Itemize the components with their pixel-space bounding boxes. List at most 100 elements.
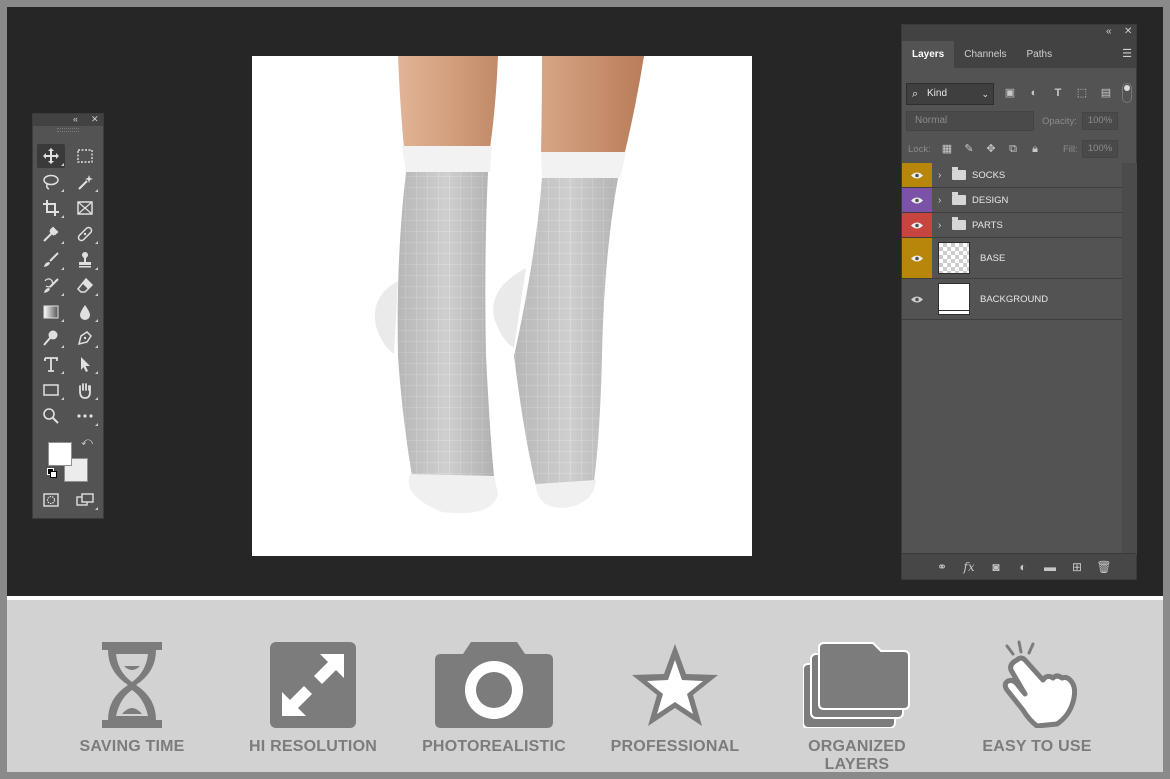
gradient-tool[interactable] (37, 300, 65, 324)
visibility-eye-icon[interactable] (902, 213, 932, 237)
chevron-right-icon[interactable]: › (938, 220, 948, 231)
sock-mockup-image (374, 56, 644, 514)
collapse-icon[interactable]: « (1106, 26, 1112, 37)
tab-paths[interactable]: Paths (1017, 41, 1063, 68)
magic-wand-icon (78, 175, 93, 190)
smart-object-filter-icon[interactable]: ▤ (1099, 86, 1113, 100)
adjustment-layer-icon[interactable]: ◐ (1015, 559, 1031, 575)
feature-label: PHOTOREALISTIC (422, 738, 566, 755)
panel-menu-icon[interactable]: ☰ (1122, 47, 1132, 60)
quick-mask[interactable] (37, 488, 65, 512)
feature-saving-time: SAVING TIME (52, 638, 212, 756)
magic-wand-tool[interactable] (71, 170, 99, 194)
close-icon[interactable]: ✕ (1124, 26, 1132, 37)
tools-grip[interactable] (57, 128, 79, 132)
layer-name: PARTS (972, 219, 1003, 231)
feature-label: SAVING TIME (79, 738, 185, 755)
eyedropper-icon (43, 226, 59, 242)
layer-row-socks[interactable]: › SOCKS (902, 163, 1122, 188)
folder-icon (952, 192, 966, 205)
layers-scrollbar[interactable] (1122, 163, 1137, 555)
rectangle-tool[interactable] (37, 378, 65, 402)
visibility-eye-icon[interactable] (902, 279, 932, 319)
adjustment-filter-icon[interactable]: ◐ (1027, 86, 1041, 100)
move-icon (43, 148, 59, 164)
pixel-filter-icon[interactable]: ▣ (1003, 86, 1017, 100)
feature-banner: SAVING TIME HI RESOLUTION PHOTOREALISTIC (7, 600, 1163, 773)
hand-icon (79, 383, 91, 399)
crop-tool[interactable] (37, 196, 65, 220)
layer-row-background[interactable]: BACKGROUND (902, 279, 1122, 320)
layer-row-parts[interactable]: › PARTS (902, 213, 1122, 238)
document-canvas[interactable] (252, 56, 752, 556)
type-tool[interactable] (37, 352, 65, 376)
workspace: « ✕ ⤺ « ✕ Layers Channels Paths ☰ ⌕ Kind… (7, 7, 1163, 596)
path-selection-tool[interactable] (71, 352, 99, 376)
chevron-right-icon[interactable]: › (938, 195, 948, 206)
lock-label: Lock: (908, 144, 931, 155)
filter-toggle[interactable] (1122, 83, 1132, 103)
frame-tool[interactable] (71, 196, 99, 220)
feature-easy-to-use: EASY TO USE (957, 638, 1117, 756)
move-tool[interactable] (37, 144, 65, 168)
brush-tool[interactable] (37, 248, 65, 272)
visibility-eye-icon[interactable] (902, 163, 932, 187)
trash-icon[interactable]: 🗑︎ (1096, 559, 1112, 575)
close-icon[interactable]: ✕ (91, 113, 99, 125)
pen-icon (77, 331, 92, 346)
brush-icon (44, 252, 59, 267)
swap-colors-icon[interactable]: ⤺ (79, 434, 95, 450)
eyedropper-tool[interactable] (37, 222, 65, 246)
marquee-tool[interactable] (71, 144, 99, 168)
lock-position-icon[interactable]: ✥ (984, 142, 998, 156)
fill-field[interactable]: 100% (1082, 140, 1118, 158)
healing-brush-tool[interactable] (71, 222, 99, 246)
fx-icon[interactable]: fx (961, 559, 977, 575)
expand-arrows-icon (270, 642, 356, 728)
lock-transparent-icon[interactable]: ▦ (940, 142, 954, 156)
visibility-eye-icon[interactable] (902, 238, 932, 278)
layer-name: SOCKS (972, 169, 1006, 181)
lasso-tool[interactable] (37, 170, 65, 194)
lock-all-icon[interactable]: 🔒︎ (1028, 142, 1042, 156)
tab-channels[interactable]: Channels (954, 41, 1016, 68)
folder-icon (952, 167, 966, 180)
dodge-tool[interactable] (37, 326, 65, 350)
more-tools[interactable] (71, 404, 99, 428)
layer-mask-icon[interactable]: ◙ (988, 559, 1004, 575)
foreground-color-swatch[interactable] (48, 442, 72, 466)
lock-pixels-icon[interactable]: ✎ (962, 142, 976, 156)
eraser-tool[interactable] (71, 274, 99, 298)
camera-icon (435, 642, 553, 728)
link-layers-icon[interactable]: ⚭ (934, 559, 950, 575)
lock-artboard-icon[interactable]: ⧉ (1006, 142, 1020, 156)
visibility-eye-icon[interactable] (902, 188, 932, 212)
type-filter-icon[interactable]: T (1051, 86, 1065, 100)
filter-kind-select[interactable]: ⌕ Kind ⌄ (906, 83, 994, 105)
layer-row-design[interactable]: › DESIGN (902, 188, 1122, 213)
tools-panel-header: « ✕ (33, 114, 103, 126)
hand-tool[interactable] (71, 378, 99, 402)
clone-stamp-tool[interactable] (71, 248, 99, 272)
screen-mode[interactable] (71, 488, 99, 512)
new-group-icon[interactable]: ▬ (1042, 559, 1058, 575)
tab-layers[interactable]: Layers (902, 41, 955, 68)
history-brush-tool[interactable] (37, 274, 65, 298)
default-colors-icon[interactable] (47, 468, 57, 478)
blur-tool[interactable] (71, 300, 99, 324)
filter-kind-value: Kind (927, 88, 948, 99)
opacity-field[interactable]: 100% (1082, 112, 1118, 130)
blend-mode-select[interactable]: Normal (906, 111, 1034, 131)
layers-panel-tabs: Layers Channels Paths ☰ (902, 41, 1136, 68)
chevron-right-icon[interactable]: › (938, 170, 948, 181)
new-layer-icon[interactable]: ⊞ (1069, 559, 1085, 575)
marquee-icon (77, 149, 93, 163)
feature-label: ORGANIZED LAYERS (808, 738, 906, 773)
layer-name: BACKGROUND (980, 293, 1049, 305)
layer-row-base[interactable]: BASE (902, 238, 1122, 279)
shape-filter-icon[interactable]: ⬚ (1075, 86, 1089, 100)
collapse-icon[interactable]: « (73, 113, 78, 125)
zoom-tool[interactable] (37, 404, 65, 428)
tools-panel: « ✕ ⤺ (32, 113, 104, 519)
pen-tool[interactable] (71, 326, 99, 350)
